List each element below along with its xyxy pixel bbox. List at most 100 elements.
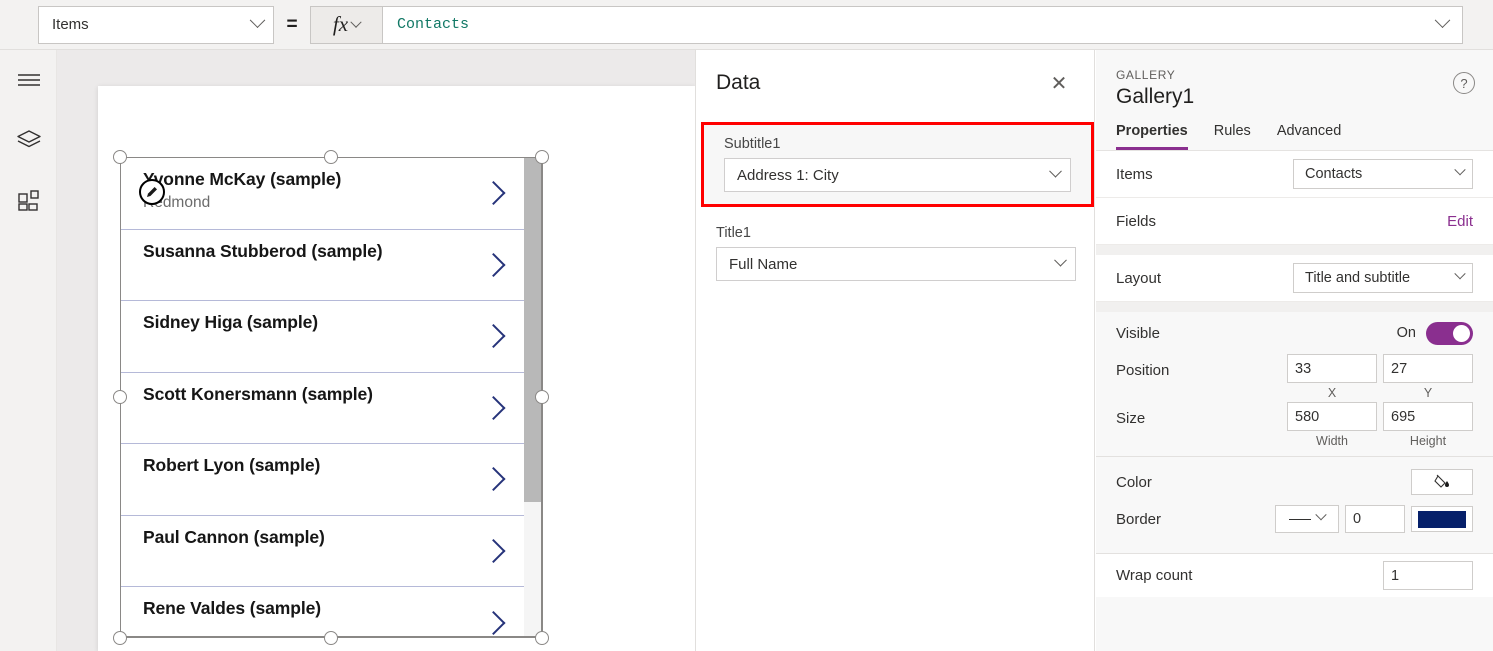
items-dropdown[interactable]: Contacts [1293,159,1473,189]
gallery-row[interactable]: Rene Valdes (sample) [121,587,524,636]
fields-property-row: Fields Edit [1096,198,1493,245]
items-label: Items [1116,165,1153,183]
border-label: Border [1116,510,1162,528]
resize-handle-top-right[interactable] [535,150,549,164]
gallery-row[interactable]: Paul Cannon (sample) [121,516,524,587]
property-selector-dropdown[interactable]: Items [38,5,274,44]
gallery-row-title: Susanna Stubberod (sample) [143,240,383,261]
position-y-caption: Y [1423,386,1433,400]
edit-pencil-icon[interactable] [139,179,165,205]
chevron-down-icon [1454,164,1466,176]
gallery-control[interactable]: Yvonne McKay (sample) Redmond Susanna St… [120,157,542,637]
visible-label: Visible [1116,324,1160,342]
visible-toggle[interactable] [1426,321,1473,345]
chevron-down-icon [1054,253,1067,267]
subtitle-field-label: Subtitle1 [724,136,781,152]
properties-panel: GALLERY Gallery1 ? Properties Rules Adva… [1096,50,1493,651]
resize-handle-top-center[interactable] [324,150,338,164]
fields-edit-link[interactable]: Edit [1447,213,1473,230]
size-height-input[interactable]: 695 [1383,402,1473,431]
wrap-count-input[interactable]: 1 [1383,561,1473,590]
data-panel: Data ✕ Subtitle1 Address 1: City Title1 … [695,50,1095,651]
title-field-group: Title1 Full Name [696,214,1096,281]
visible-property-row: Visible On [1096,312,1493,354]
resize-handle-bottom-center[interactable] [324,631,338,645]
tab-advanced[interactable]: Advanced [1277,123,1342,150]
fx-icon: fx [332,12,349,36]
components-grid-icon[interactable] [0,170,57,230]
size-width-input[interactable]: 580 [1287,402,1377,431]
resize-handle-bottom-right[interactable] [535,631,549,645]
gallery-scrollbar-thumb[interactable] [524,158,541,503]
layout-dropdown[interactable]: Title and subtitle [1293,263,1473,293]
subtitle-field-value: Address 1: City [737,166,839,184]
title-field-dropdown[interactable]: Full Name [716,247,1076,281]
gallery-row[interactable]: Robert Lyon (sample) [121,444,524,516]
border-style-dropdown[interactable] [1275,505,1339,533]
hamburger-menu-icon[interactable] [0,50,57,110]
layout-value: Title and subtitle [1305,270,1411,286]
tab-rules[interactable]: Rules [1214,123,1251,150]
gallery-row-title: Sidney Higa (sample) [143,312,318,332]
resize-handle-top-left[interactable] [113,150,127,164]
fill-color-button[interactable] [1411,469,1473,495]
layout-property-row: Layout Title and subtitle [1096,255,1493,302]
equals-sign: = [286,13,298,35]
border-width-input[interactable]: 0 [1345,505,1405,533]
properties-tabs: Properties Rules Advanced [1096,109,1493,151]
chevron-down-icon [1049,164,1062,178]
border-color-swatch [1418,510,1466,528]
position-property-row: Position 33 X 27 Y [1096,354,1493,402]
formula-text: Contacts [397,16,470,33]
chevron-down-icon [350,16,362,28]
help-icon[interactable]: ? [1453,72,1475,94]
fx-dropdown-button[interactable]: fx [310,5,382,44]
fields-label: Fields [1116,212,1157,230]
position-x-input[interactable]: 33 [1287,354,1377,383]
formula-bar: Items = fx Contacts [0,0,1493,50]
color-property-row: Color [1096,457,1493,495]
app-screen: Yvonne McKay (sample) Redmond Susanna St… [98,86,695,651]
data-panel-title: Data [716,71,761,94]
layers-icon[interactable] [0,110,57,170]
size-width-group: 580 Width [1287,402,1377,450]
gallery-row-subtitle: Redmond [143,194,211,211]
data-panel-header: Data ✕ [696,50,1094,116]
border-property-row: Border 0 [1096,495,1493,547]
chevron-down-icon [1454,268,1466,280]
gallery-row[interactable]: Susanna Stubberod (sample) [121,230,524,301]
title-field-value: Full Name [729,255,798,273]
section-spacer [1096,245,1493,255]
gallery-row[interactable]: Yvonne McKay (sample) Redmond [121,158,524,230]
close-icon[interactable]: ✕ [1044,68,1074,98]
gallery-row[interactable]: Sidney Higa (sample) [121,301,524,373]
position-y-group: 27 Y [1383,354,1473,402]
formula-input[interactable]: Contacts [382,5,1463,44]
gallery-row-title: Robert Lyon (sample) [143,455,321,475]
canvas-area: Yvonne McKay (sample) Redmond Susanna St… [57,50,695,651]
gallery-row-title: Rene Valdes (sample) [143,598,321,618]
gallery-rows: Yvonne McKay (sample) Redmond Susanna St… [121,158,524,636]
items-property-row: Items Contacts [1096,151,1493,198]
size-property-row: Size 580 Width 695 Height [1096,402,1493,450]
border-color-button[interactable] [1411,506,1473,532]
resize-handle-middle-right[interactable] [535,390,549,404]
chevron-down-icon [1315,509,1327,521]
resize-handle-bottom-left[interactable] [113,631,127,645]
gallery-row-title: Paul Cannon (sample) [143,526,325,547]
gallery-row[interactable]: Scott Konersmann (sample) [121,373,524,444]
gallery-row-title: Scott Konersmann (sample) [143,383,373,404]
expand-formula-chevron-icon[interactable] [1434,12,1451,29]
section-spacer [1096,302,1493,312]
items-value: Contacts [1305,166,1363,182]
position-y-input[interactable]: 27 [1383,354,1473,383]
tab-properties[interactable]: Properties [1116,123,1188,150]
property-selector-value: Items [52,16,89,33]
wrap-count-label: Wrap count [1116,567,1193,584]
resize-handle-middle-left[interactable] [113,390,127,404]
size-label: Size [1116,410,1146,427]
visible-state-label: On [1396,325,1416,341]
wrap-count-property-row: Wrap count 1 [1096,553,1493,597]
subtitle-field-dropdown[interactable]: Address 1: City [724,158,1071,192]
position-label: Position [1116,362,1170,379]
